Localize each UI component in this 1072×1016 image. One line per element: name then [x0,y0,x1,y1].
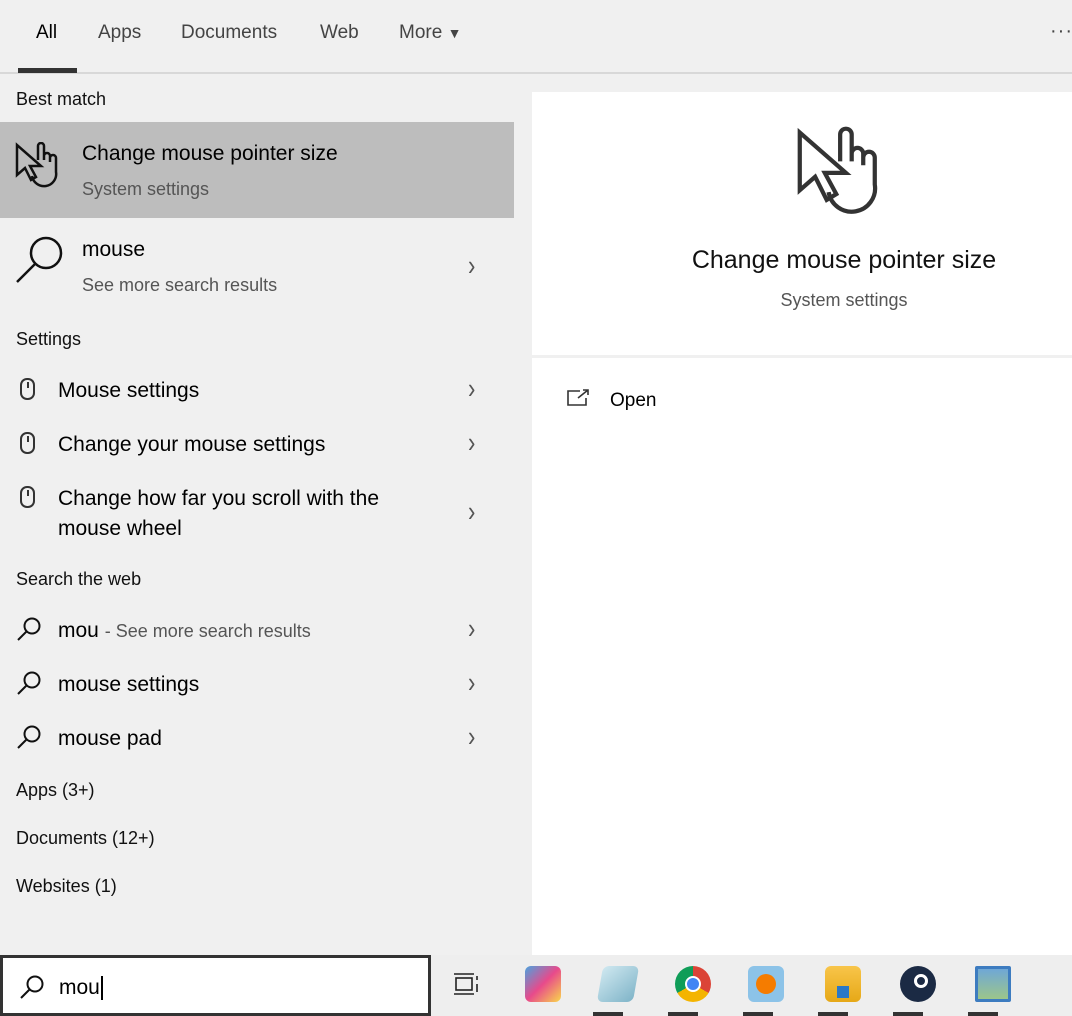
chevron-right-icon: › [468,495,476,528]
search-icon [20,975,44,999]
open-icon [567,389,589,406]
settings-item-label-line2: mouse wheel [58,517,182,540]
category-apps[interactable]: Apps (3+) [16,780,95,801]
chevron-right-icon: › [468,720,476,753]
search-input[interactable]: mou [0,955,431,1016]
settings-item-mouse-settings[interactable]: Mouse settings › [0,366,514,416]
running-indicator [818,1012,848,1016]
web-suffix: - See more search results [104,621,311,641]
settings-item-scroll-wheel[interactable]: Change how far you scroll with the mouse… [0,474,514,548]
active-tab-indicator [18,68,77,73]
running-indicator [593,1012,623,1016]
notepad-icon[interactable] [596,966,640,1002]
running-indicator [893,1012,923,1016]
search-more-subtitle: See more search results [82,275,278,295]
search-icon [17,617,41,641]
settings-item-label: Change how far you scroll with the [58,487,379,510]
web-query: mou [58,619,99,642]
preview-pane: Change mouse pointer size System setting… [532,92,1072,955]
more-options-icon[interactable]: ··· [1050,20,1072,43]
web-item-mouse-pad[interactable]: mouse pad › [0,714,514,764]
chevron-right-icon: › [468,426,476,459]
running-indicator [968,1012,998,1016]
mouse-pointer-icon [797,126,878,214]
settings-item-label: Mouse settings [58,379,200,402]
mouse-pointer-icon [15,142,58,188]
best-match-item[interactable]: Change mouse pointer size System setting… [0,122,514,218]
settings-header: Settings [16,329,82,349]
mouse-icon [20,432,35,454]
web-header: Search the web [16,569,142,589]
steam-icon[interactable] [900,966,936,1002]
tab-all[interactable]: All [36,22,57,44]
preview-divider [532,355,1072,358]
web-item-label: mouse settings [58,673,200,696]
running-indicator [743,1012,773,1016]
tab-web[interactable]: Web [320,22,359,44]
caret-down-icon: ▼ [447,25,462,41]
chevron-right-icon: › [468,249,476,282]
search-icon [16,236,63,283]
best-match-title: Change mouse pointer size [82,142,338,165]
preview-title: Change mouse pointer size [691,246,997,274]
search-value: mou [59,976,103,1000]
category-websites[interactable]: Websites (1) [16,876,117,897]
running-indicator [668,1012,698,1016]
search-icon [17,725,41,749]
best-match-subtitle: System settings [82,179,210,199]
settings-item-change-mouse-settings[interactable]: Change your mouse settings › [0,420,514,470]
tab-divider [0,72,1072,74]
web-item-mouse-settings[interactable]: mouse settings › [0,660,514,710]
file-explorer-icon[interactable] [825,966,861,1002]
tab-documents[interactable]: Documents [181,22,277,44]
photos-icon[interactable] [975,966,1011,1002]
category-documents[interactable]: Documents (12+) [16,828,155,849]
web-item-label: mou - See more search results [58,619,311,643]
task-view-icon[interactable] [453,972,479,998]
chrome-icon[interactable] [675,966,711,1002]
security-app-icon[interactable] [525,966,561,1002]
preview-subtitle: System settings [780,290,908,310]
mouse-icon [20,486,35,508]
settings-item-label: Change your mouse settings [58,433,326,456]
mouse-icon [20,378,35,400]
tab-more[interactable]: More ▼ [399,22,461,44]
search-icon [17,671,41,695]
web-item-mou[interactable]: mou - See more search results › [0,606,514,656]
search-more-title: mouse [82,238,146,261]
tab-more-label: More [399,22,443,43]
open-action[interactable]: Open [566,386,766,420]
web-item-label: mouse pad [58,727,162,750]
chevron-right-icon: › [468,612,476,645]
best-match-header: Best match [16,89,107,109]
search-more-item[interactable]: mouse See more search results › [0,225,514,305]
chevron-right-icon: › [468,372,476,405]
open-label: Open [610,390,657,411]
tab-apps[interactable]: Apps [98,22,141,44]
chevron-right-icon: › [468,666,476,699]
media-player-icon[interactable] [748,966,784,1002]
